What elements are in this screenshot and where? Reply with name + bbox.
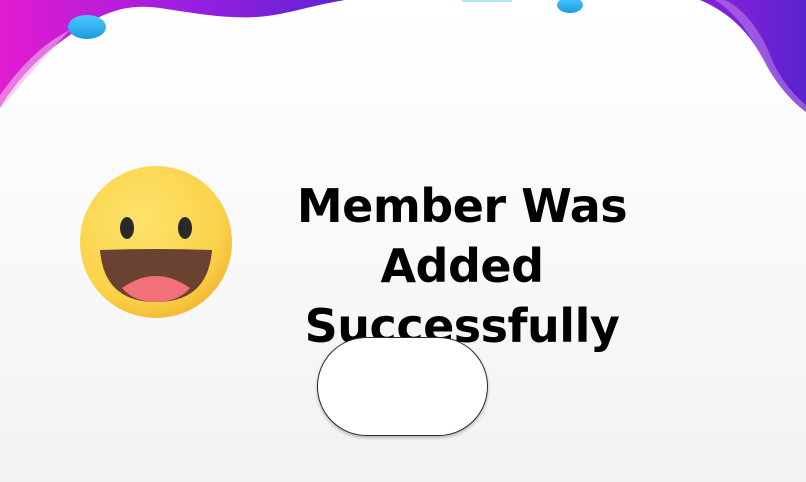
laughing-face-icon xyxy=(80,166,232,318)
blob-left xyxy=(68,15,106,39)
blob-top-sliver xyxy=(462,0,512,2)
success-message: Member Was Added Successfully xyxy=(236,176,688,356)
blob-right xyxy=(557,0,583,13)
wave-top-left xyxy=(0,0,345,108)
ok-button[interactable] xyxy=(317,337,488,436)
success-message-line-1: Member Was Added xyxy=(296,179,628,293)
